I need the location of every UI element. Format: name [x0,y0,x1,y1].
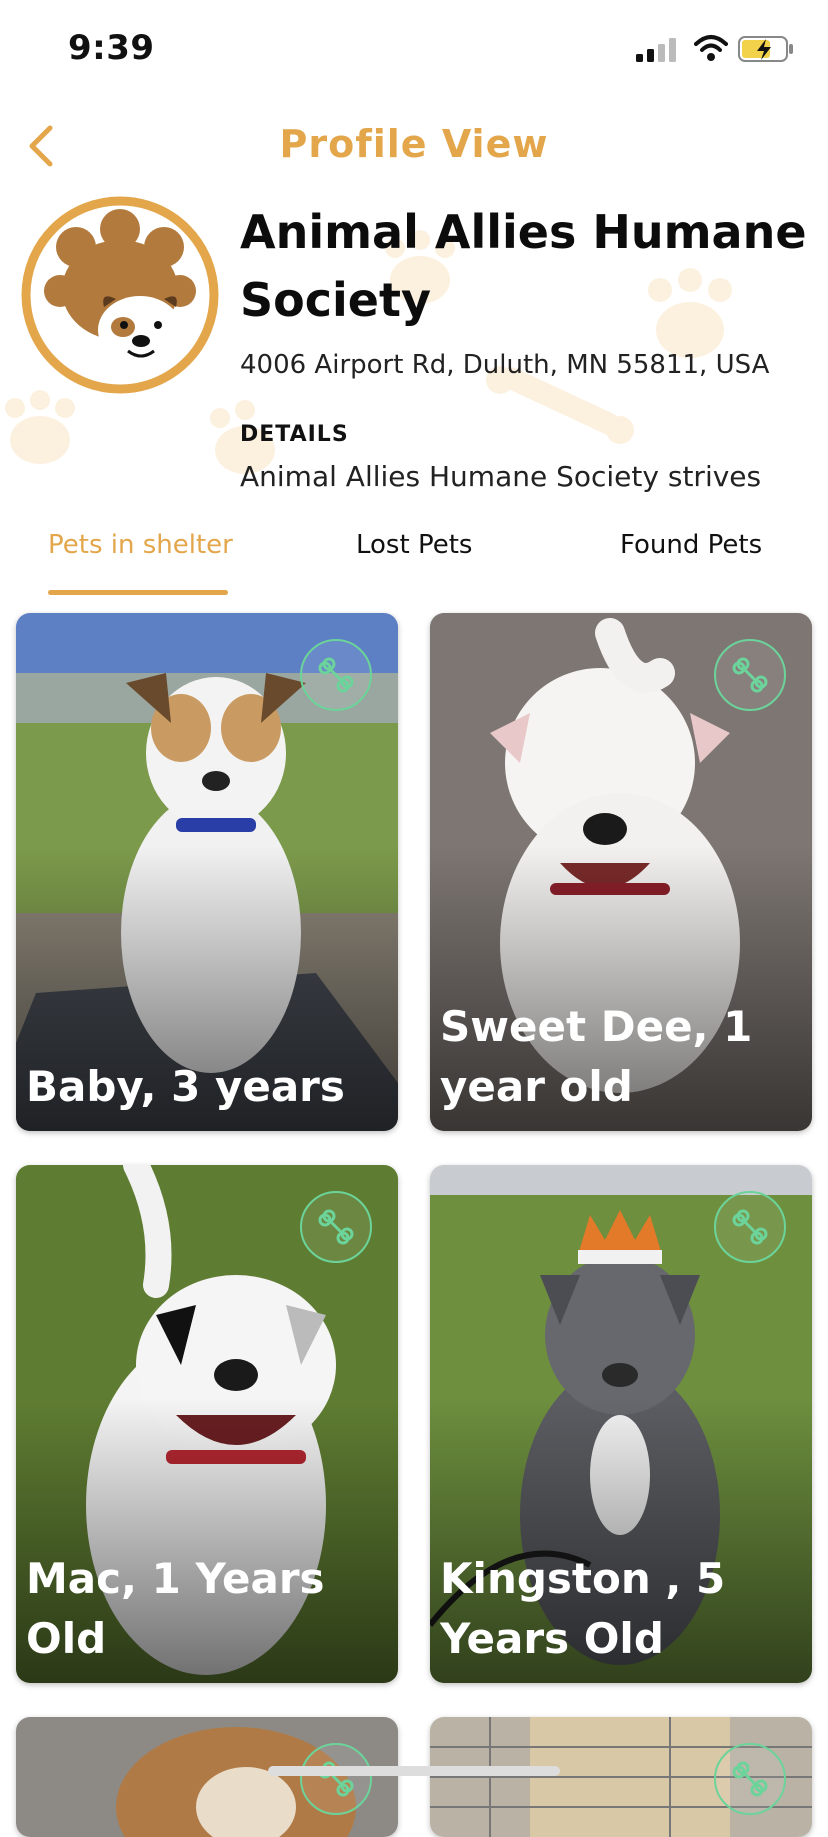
pet-card[interactable] [430,1717,812,1837]
tab-pets-in-shelter[interactable]: Pets in shelter [48,530,233,560]
shelter-name: Animal Allies Humane Society [240,205,807,327]
active-tab-indicator [48,590,228,595]
pet-card[interactable]: Kingston , 5 Years Old [430,1165,812,1683]
shelter-logo [21,196,219,394]
shelter-address: 4006 Airport Rd, Duluth, MN 55811, USA [240,350,770,380]
bone-icon-button[interactable] [714,639,786,711]
details-text: Animal Allies Humane Society strives [240,460,762,493]
status-bar: 9:39 [0,0,828,100]
bone-icon [732,1209,768,1245]
pet-card[interactable]: Mac, 1 Years Old [16,1165,398,1683]
pet-name: Mac, 1 Years Old [26,1554,325,1663]
home-indicator[interactable] [268,1766,560,1776]
pet-category-tabs: Pets in shelter Lost Pets Found Pets [0,520,828,598]
tab-lost-pets[interactable]: Lost Pets [356,530,472,560]
cellular-signal-icon [636,38,676,62]
bone-icon-button[interactable] [300,1191,372,1263]
status-time: 9:39 [68,28,155,68]
pet-name: Baby, 3 years [26,1062,345,1111]
wifi-icon [694,35,728,61]
tab-found-pets[interactable]: Found Pets [620,530,762,560]
pet-card[interactable]: Baby, 3 years [16,613,398,1131]
details-heading: DETAILS [240,422,349,447]
bone-icon-button[interactable] [714,1743,786,1815]
pet-card[interactable]: Sweet Dee, 1 year old [430,613,812,1131]
bone-icon-button[interactable] [714,1191,786,1263]
bone-icon [318,1761,354,1797]
bone-icon-button[interactable] [300,639,372,711]
pet-name: Sweet Dee, 1 year old [440,1002,753,1111]
bone-icon-button[interactable] [300,1743,372,1815]
bone-icon [732,657,768,693]
battery-charging-icon [738,36,793,62]
page-title: Profile View [279,122,549,166]
pet-name: Kingston , 5 Years Old [440,1554,726,1663]
pet-card[interactable] [16,1717,398,1837]
bone-icon [318,657,354,693]
bone-icon [732,1761,768,1797]
bone-icon [318,1209,354,1245]
